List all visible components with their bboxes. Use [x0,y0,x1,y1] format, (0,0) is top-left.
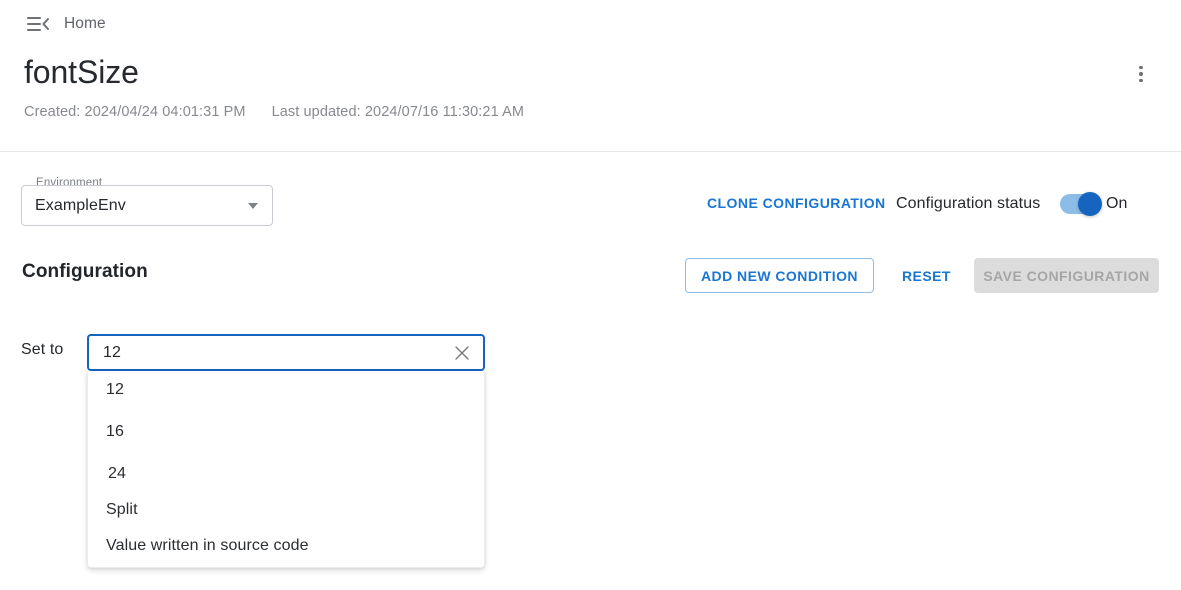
list-item[interactable]: 16 [88,421,484,443]
list-item[interactable]: Split [88,499,484,521]
more-vert-icon[interactable] [1127,60,1155,88]
header-divider [0,151,1181,152]
configuration-status-toggle[interactable] [1060,194,1100,214]
created-timestamp: Created: 2024/04/24 04:01:31 PM [24,104,246,120]
last-updated-timestamp: Last updated: 2024/07/16 11:30:21 AM [272,104,524,120]
environment-select-value: ExampleEnv [35,197,248,215]
reset-button[interactable]: RESET [894,258,959,293]
clone-configuration-button[interactable]: CLONE CONFIGURATION [707,195,886,211]
dot [1139,72,1143,76]
set-to-autocomplete[interactable] [87,334,485,371]
app-root: Home fontSize Created: 2024/04/24 04:01:… [0,0,1181,590]
set-to-input[interactable] [103,344,451,362]
list-item[interactable]: Value written in source code [88,535,484,557]
configuration-status-label: Configuration status [896,195,1040,213]
set-to-options-listbox[interactable]: 12 16 24 Split Value written in source c… [87,371,485,568]
save-configuration-button: SAVE CONFIGURATION [974,258,1159,293]
dot [1139,66,1143,70]
configuration-status-state: On [1106,195,1127,213]
list-item[interactable]: 24 [88,463,484,485]
close-icon[interactable] [451,342,473,364]
list-item[interactable]: 12 [88,379,484,401]
add-new-condition-button[interactable]: ADD NEW CONDITION [685,258,874,293]
topbar: Home [0,0,1181,48]
environment-select[interactable]: ExampleEnv [21,185,273,226]
toggle-thumb [1078,192,1102,216]
title-block: fontSize Created: 2024/04/24 04:01:31 PM… [24,52,524,120]
metadata-row: Created: 2024/04/24 04:01:31 PM Last upd… [24,104,524,120]
menu-open-icon[interactable] [26,12,50,36]
breadcrumb-home[interactable]: Home [64,15,106,33]
set-to-label: Set to [21,341,63,359]
configuration-heading: Configuration [22,261,148,283]
page-title: fontSize [24,52,524,92]
caret-down-icon [248,203,258,209]
dot [1139,79,1143,83]
